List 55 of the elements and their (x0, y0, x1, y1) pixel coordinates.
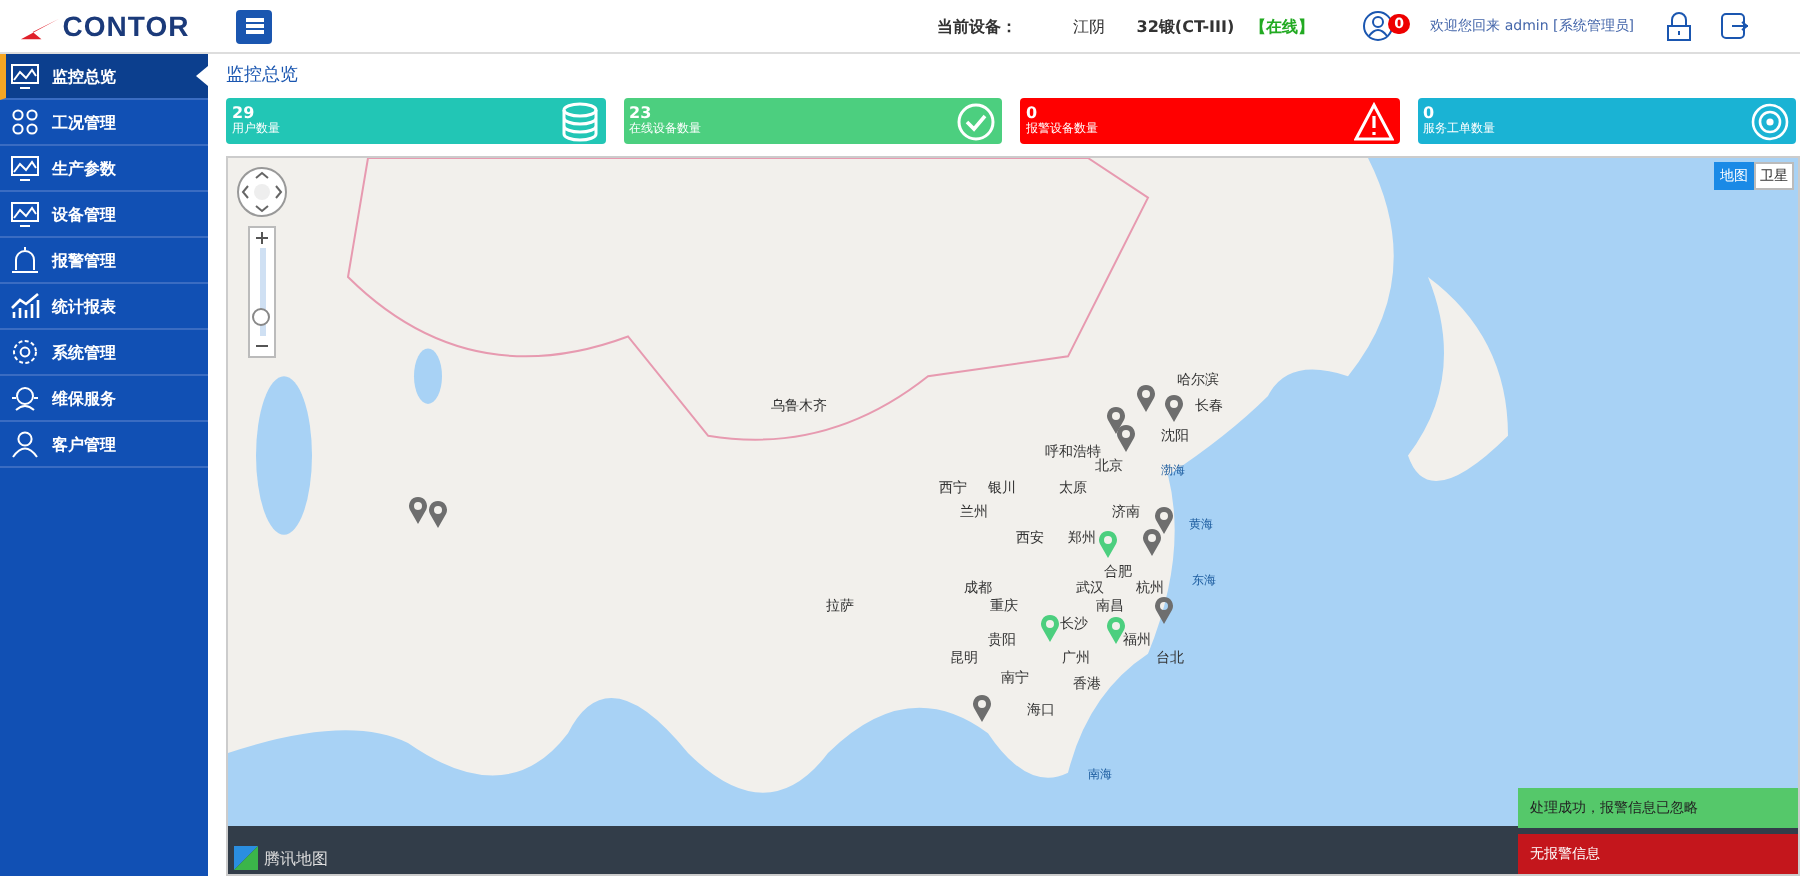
device-status: 【在线】 (1250, 15, 1315, 37)
stat-value: 0 (1423, 104, 1437, 122)
map-pin-icon[interactable] (428, 500, 449, 529)
zoom-slider[interactable] (248, 226, 276, 358)
alarm-icon (10, 246, 40, 274)
sidebar-item[interactable]: 设备管理 (0, 192, 208, 238)
sidebar-item[interactable]: 维保服务 (0, 376, 208, 422)
map-provider-text: 腾讯地图 (264, 848, 328, 870)
map-pin-icon[interactable] (1136, 384, 1157, 413)
user-icon[interactable] (1362, 10, 1395, 42)
active-pointer-icon (196, 66, 208, 86)
gear-icon (10, 338, 40, 366)
logout-icon[interactable] (1720, 12, 1748, 40)
stat-value: 23 (629, 104, 654, 122)
signal-icon (1750, 101, 1790, 141)
lock-icon[interactable] (1666, 11, 1692, 41)
map-pin-icon[interactable] (971, 694, 992, 723)
device-model: 32锻(CT-III) (1136, 15, 1235, 37)
monitor-icon (10, 62, 40, 90)
map-provider-logo-icon (234, 846, 258, 870)
menu-toggle-button[interactable] (236, 9, 272, 43)
warning-icon (1353, 101, 1393, 141)
grid-icon (10, 108, 40, 136)
map-pin-icon[interactable] (1116, 423, 1137, 452)
zoom-in-icon[interactable] (256, 232, 268, 244)
database-icon (559, 101, 599, 141)
sidebar-item[interactable]: 客户管理 (0, 422, 208, 468)
sidebar-item[interactable]: 统计报表 (0, 284, 208, 330)
menu-icon (245, 18, 263, 34)
monitor-icon (10, 154, 40, 182)
sidebar-item[interactable]: 监控总览 (0, 54, 208, 100)
map-pin-icon[interactable] (1141, 527, 1162, 556)
device-location: 江阴 (1072, 15, 1105, 37)
sidebar-item[interactable]: 系统管理 (0, 330, 208, 376)
person-icon (10, 430, 40, 458)
map-pin-icon[interactable] (1105, 405, 1126, 434)
current-device-label: 当前设备： (936, 15, 1017, 37)
map-pan-control[interactable] (236, 166, 288, 218)
sidebar-item[interactable]: 报警管理 (0, 238, 208, 284)
stat-value: 0 (1026, 104, 1040, 122)
map-pin-icon[interactable] (407, 496, 428, 525)
zoom-slider-thumb[interactable] (251, 308, 269, 327)
chart-icon (10, 292, 40, 320)
page-title: 监控总览 (226, 63, 300, 90)
service-icon (10, 384, 40, 412)
logo-text: CONTOR (62, 10, 190, 42)
zoom-out-icon[interactable] (256, 340, 268, 352)
check-icon (956, 101, 996, 141)
sidebar-item[interactable]: 生产参数 (0, 146, 208, 192)
sidebar-item[interactable]: 工况管理 (0, 100, 208, 146)
map-pin-icon[interactable] (1164, 393, 1185, 422)
stat-value: 29 (232, 104, 257, 122)
map-pin-icon[interactable] (1153, 596, 1174, 625)
map-pin-icon[interactable] (1153, 505, 1174, 534)
monitor-icon (10, 200, 40, 228)
